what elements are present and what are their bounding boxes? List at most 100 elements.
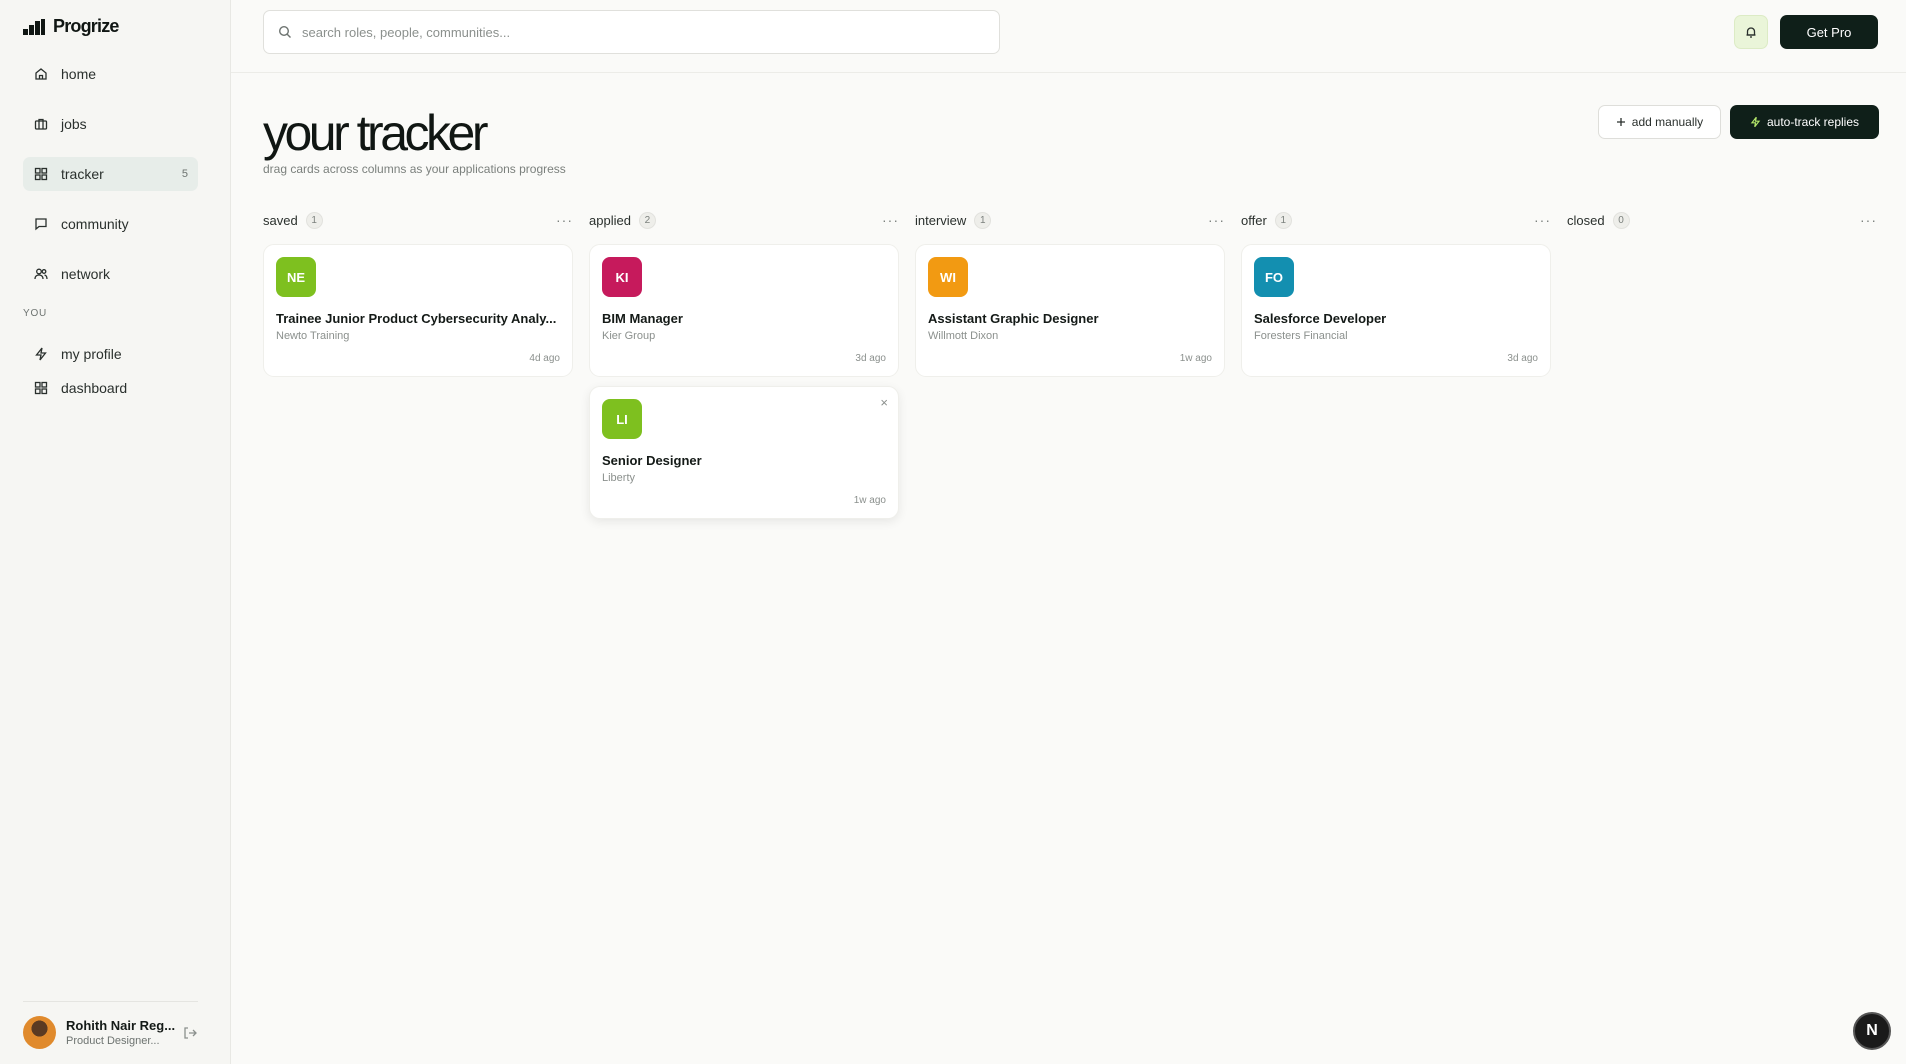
user-role: Product Designer... (66, 1035, 160, 1047)
home-icon (33, 66, 49, 82)
more-icon[interactable]: ··· (1208, 212, 1225, 228)
job-title: Assistant Graphic Designer (928, 311, 1099, 326)
page-title: your tracker (263, 105, 488, 161)
job-card[interactable]: KI BIM Manager Kier Group 3d ago (589, 244, 899, 377)
column-count: 1 (305, 211, 323, 229)
sidebar-item-home[interactable]: home (23, 57, 198, 91)
more-icon[interactable]: ··· (1860, 212, 1877, 228)
sidebar-item-label: home (61, 66, 97, 82)
auto-track-button[interactable]: auto-track replies (1730, 105, 1879, 139)
column-title: offer (1241, 212, 1267, 228)
chat-icon (33, 216, 49, 232)
job-title: BIM Manager (602, 311, 683, 326)
company-logo: FO (1254, 257, 1294, 297)
company-logo: KI (602, 257, 642, 297)
column-header: closed 0 ··· (1567, 208, 1877, 232)
tracker-count-badge: 5 (181, 168, 188, 180)
job-title: Senior Designer (602, 453, 702, 468)
top-bar: Get Pro (231, 0, 1906, 73)
company-logo: LI (602, 399, 642, 439)
logout-icon[interactable] (182, 1025, 198, 1041)
search-box[interactable] (263, 10, 1000, 54)
add-manually-button[interactable]: add manually (1598, 105, 1721, 139)
column-header: saved 1 ··· (263, 208, 573, 232)
column-title: saved (263, 212, 298, 228)
sidebar-item-jobs[interactable]: jobs (23, 107, 198, 141)
company-logo: NE (276, 257, 316, 297)
avatar[interactable] (23, 1016, 56, 1049)
notifications-button[interactable] (1734, 15, 1768, 49)
company-logo: WI (928, 257, 968, 297)
more-icon[interactable]: ··· (1534, 212, 1551, 228)
column-saved: saved 1 ··· NE Trainee Junior Product Cy… (263, 208, 573, 386)
bolt-icon (1750, 116, 1761, 128)
card-timestamp: 4d ago (529, 353, 560, 364)
column-count: 1 (974, 211, 992, 229)
company-name: Foresters Financial (1254, 330, 1348, 342)
column-title: interview (915, 212, 967, 228)
grid-icon (33, 166, 49, 182)
column-count: 2 (638, 211, 656, 229)
sidebar-item-dashboard[interactable]: dashboard (23, 371, 198, 405)
user-info: Rohith Nair Reg... Product Designer... (66, 1018, 176, 1047)
user-name: Rohith Nair Reg... (66, 1018, 176, 1033)
sidebar-item-my-profile[interactable]: my profile (23, 337, 198, 371)
sidebar: Progrize home jobs tracker 5 community n… (0, 0, 231, 1064)
people-icon (33, 266, 49, 282)
card-timestamp: 3d ago (1507, 353, 1538, 364)
auto-track-label: auto-track replies (1766, 115, 1860, 129)
section-label-you: YOU (23, 308, 48, 319)
column-title: applied (589, 212, 631, 228)
add-manually-label: add manually (1631, 115, 1704, 129)
sidebar-item-label: tracker (61, 166, 104, 182)
column-count: 0 (1612, 211, 1630, 229)
sidebar-item-label: dashboard (61, 380, 128, 396)
sidebar-item-label: jobs (61, 116, 87, 132)
column-header: offer 1 ··· (1241, 208, 1551, 232)
job-card[interactable]: WI Assistant Graphic Designer Willmott D… (915, 244, 1225, 377)
sidebar-item-tracker[interactable]: tracker 5 (23, 157, 198, 191)
column-closed: closed 0 ··· (1567, 208, 1877, 244)
bolt-icon (33, 346, 49, 362)
grid-icon (33, 380, 49, 396)
close-icon[interactable]: × (880, 395, 888, 410)
column-header: interview 1 ··· (915, 208, 1225, 232)
search-input[interactable] (302, 24, 982, 40)
company-name: Willmott Dixon (928, 330, 999, 342)
company-name: Kier Group (602, 330, 656, 342)
user-profile[interactable]: Rohith Nair Reg... Product Designer... (23, 1001, 198, 1049)
search-icon (278, 25, 291, 38)
column-title: closed (1567, 212, 1605, 228)
plus-icon (1616, 118, 1625, 126)
job-title: Salesforce Developer (1254, 311, 1387, 326)
sidebar-item-label: network (61, 266, 111, 282)
more-icon[interactable]: ··· (882, 212, 899, 228)
briefcase-icon (33, 116, 49, 132)
sidebar-item-community[interactable]: community (23, 207, 198, 241)
company-name: Newto Training (276, 330, 350, 342)
job-title: Trainee Junior Product Cybersecurity Ana… (276, 311, 557, 326)
page-subtitle: drag cards across columns as your applic… (263, 162, 566, 176)
column-applied: applied 2 ··· KI BIM Manager Kier Group … (589, 208, 899, 528)
floating-n-button[interactable]: N (1853, 1012, 1891, 1050)
job-card[interactable]: × LI Senior Designer Liberty 1w ago (589, 386, 899, 519)
card-timestamp: 1w ago (1179, 353, 1212, 364)
job-card[interactable]: FO Salesforce Developer Foresters Financ… (1241, 244, 1551, 377)
brand-logo[interactable]: Progrize (23, 16, 119, 37)
card-timestamp: 1w ago (853, 495, 886, 506)
company-name: Liberty (602, 472, 636, 484)
card-timestamp: 3d ago (855, 353, 886, 364)
signal-bars-icon (23, 18, 45, 35)
you-nav: my profile dashboard (23, 337, 198, 405)
sidebar-item-label: my profile (61, 346, 122, 362)
get-pro-button[interactable]: Get Pro (1780, 15, 1878, 49)
sidebar-item-label: community (61, 216, 129, 232)
job-card[interactable]: NE Trainee Junior Product Cybersecurity … (263, 244, 573, 377)
column-header: applied 2 ··· (589, 208, 899, 232)
more-icon[interactable]: ··· (556, 212, 573, 228)
bell-icon (1746, 27, 1756, 38)
main-nav: home jobs tracker 5 community network (23, 57, 198, 307)
brand-name: Progrize (53, 16, 119, 36)
sidebar-item-network[interactable]: network (23, 257, 198, 291)
column-count: 1 (1274, 211, 1292, 229)
